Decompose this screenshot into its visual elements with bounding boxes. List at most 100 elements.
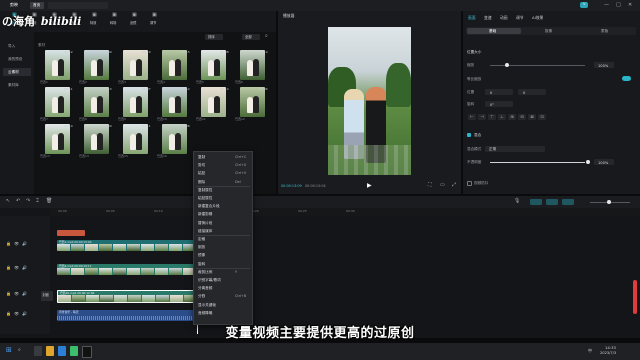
minimize-icon[interactable]: — xyxy=(604,3,609,8)
track-audio-icon-2[interactable]: 🔊 xyxy=(22,292,27,296)
media-thumb-1[interactable] xyxy=(84,50,109,80)
preview-toggle[interactable] xyxy=(562,199,574,205)
track-clip-0[interactable]: 巴西1.mp4 00:00:15:04 xyxy=(57,240,197,251)
track-lock-icon-0[interactable]: 🔒 xyxy=(6,242,11,246)
menu-item-1[interactable]: 剪切 xyxy=(198,163,205,168)
track-lock-icon-3[interactable]: 🔒 xyxy=(6,312,11,316)
track-audio-icon-0[interactable]: 🔊 xyxy=(22,242,27,246)
menu-item-2[interactable]: 粘贴 xyxy=(198,171,205,176)
close-icon[interactable]: ✕ xyxy=(628,3,632,8)
align-button-4[interactable]: ⊞ xyxy=(508,114,516,120)
toolbar-item-4[interactable]: 特效 xyxy=(90,21,96,25)
opacity-knob[interactable] xyxy=(586,160,590,164)
select-icon[interactable]: ↖ xyxy=(6,199,10,204)
menu-item-8[interactable]: 替换片段 xyxy=(198,221,212,226)
menu-item-15[interactable]: 识别字幕/歌词 xyxy=(198,278,221,283)
taskbar-app-3[interactable] xyxy=(58,346,66,356)
align-button-0[interactable]: ⊢ xyxy=(468,114,476,120)
media-thumb-11[interactable] xyxy=(240,87,265,117)
menu-item-0[interactable]: 复制 xyxy=(198,155,205,160)
toolbar-item-7[interactable]: 调节 xyxy=(150,21,156,25)
link-toggle[interactable] xyxy=(530,199,542,205)
prop-subtab-2[interactable]: 蒙版 xyxy=(601,29,608,34)
media-thumb-0[interactable] xyxy=(45,50,70,80)
track-clip-3[interactable]: 背景音乐 - 晴天 xyxy=(57,310,195,321)
taskbar-app-1[interactable] xyxy=(34,346,42,356)
scale-knob[interactable] xyxy=(505,63,509,67)
media-thumb-10[interactable] xyxy=(201,87,226,117)
split-icon[interactable]: ⌶ xyxy=(36,199,39,204)
delete-icon[interactable]: 🗑 xyxy=(46,199,52,204)
undo-icon[interactable]: ↶ xyxy=(16,199,20,204)
project-tab[interactable] xyxy=(48,2,108,9)
menu-item-16[interactable]: 分离音频 xyxy=(198,286,212,291)
mic-icon[interactable]: 🎙 xyxy=(514,199,520,204)
track-audio-icon-1[interactable]: 🔊 xyxy=(22,266,27,270)
stabilize-checkbox[interactable] xyxy=(467,181,472,186)
media-thumb-5[interactable] xyxy=(240,50,265,80)
menu-item-10[interactable]: 定格 xyxy=(198,237,205,242)
media-thumb-6[interactable] xyxy=(45,87,70,117)
scroll-indicator[interactable] xyxy=(633,280,637,314)
taskbar-app-5[interactable] xyxy=(82,346,92,358)
menu-item-3[interactable]: 删除 xyxy=(198,180,205,185)
prop-tab-4[interactable]: AI效果 xyxy=(532,16,543,20)
media-thumb-15[interactable] xyxy=(162,124,187,154)
prop-tab-2[interactable]: 动画 xyxy=(500,16,508,20)
menu-item-19[interactable]: 音频降噪 xyxy=(198,311,212,316)
media-thumb-13[interactable] xyxy=(84,124,109,154)
maximize-icon[interactable]: □ xyxy=(616,3,621,8)
align-button-6[interactable]: ⊠ xyxy=(528,114,536,120)
taskbar-lang[interactable]: 中 xyxy=(588,349,592,353)
taskbar-search-icon[interactable]: ⌕ xyxy=(18,348,21,353)
track-eye-icon-3[interactable]: 👁 xyxy=(14,312,19,316)
media-thumb-14[interactable] xyxy=(123,124,148,154)
track-clip-2[interactable]: 巴西10.mp4 00:00:12:06 xyxy=(57,290,199,303)
text-clip[interactable] xyxy=(57,230,85,236)
fullscreen-icon[interactable]: ⛶ xyxy=(428,183,432,188)
align-button-1[interactable]: ⊣ xyxy=(478,114,486,120)
ratio-icon[interactable]: ▭ xyxy=(440,183,445,188)
redo-icon[interactable]: ↷ xyxy=(26,199,30,204)
align-button-5[interactable]: ⊟ xyxy=(518,114,526,120)
start-icon[interactable]: ⊞ xyxy=(6,347,12,354)
align-button-7[interactable]: ⊡ xyxy=(538,114,546,120)
prop-subtab-1[interactable]: 抠像 xyxy=(545,29,552,34)
play-icon[interactable]: ▶ xyxy=(367,183,372,189)
prop-tab-0[interactable]: 画面 xyxy=(468,16,476,20)
blend-checkbox[interactable] xyxy=(467,133,471,137)
menu-item-9[interactable]: 链接媒体 xyxy=(198,229,212,234)
align-button-3[interactable]: ⊥ xyxy=(498,114,506,120)
prop-tab-3[interactable]: 调节 xyxy=(516,16,524,20)
taskbar-app-2[interactable] xyxy=(46,346,54,356)
vip-badge[interactable]: V xyxy=(580,2,589,8)
menu-item-13[interactable]: 旋转 xyxy=(198,262,205,267)
snap-toggle[interactable] xyxy=(546,199,558,205)
media-thumb-3[interactable] xyxy=(162,50,187,80)
track-eye-icon-2[interactable]: 👁 xyxy=(14,292,19,296)
prop-subtab-0[interactable]: 基础 xyxy=(489,29,496,34)
search-icon[interactable]: ⌕ xyxy=(265,34,268,39)
media-thumb-9[interactable] xyxy=(162,87,187,117)
opacity-slider[interactable] xyxy=(490,162,585,163)
align-button-2[interactable]: ⊤ xyxy=(488,114,496,120)
taskbar-app-4[interactable] xyxy=(70,346,78,356)
media-thumb-12[interactable] xyxy=(45,124,70,154)
track-lock-icon-1[interactable]: 🔒 xyxy=(6,266,11,270)
menu-item-17[interactable]: 分割 xyxy=(198,294,205,299)
align-toggle[interactable] xyxy=(622,76,631,81)
track-eye-icon-0[interactable]: 👁 xyxy=(14,242,19,246)
menu-item-7[interactable]: 新建剪辑 xyxy=(198,212,212,217)
zoom-knob[interactable] xyxy=(607,200,611,204)
prop-tab-1[interactable]: 变速 xyxy=(484,16,492,20)
track-lock-icon-2[interactable]: 🔒 xyxy=(6,292,11,296)
menu-item-12[interactable]: 镜像 xyxy=(198,253,205,258)
expand-icon[interactable]: ⤢ xyxy=(452,183,456,188)
track-eye-icon-1[interactable]: 👁 xyxy=(14,266,19,270)
media-thumb-7[interactable] xyxy=(84,87,109,117)
media-thumb-4[interactable] xyxy=(201,50,226,80)
toolbar-item-5[interactable]: 转场 xyxy=(110,21,116,25)
menu-item-6[interactable]: 新建复合片段 xyxy=(198,204,220,209)
media-thumb-8[interactable] xyxy=(123,87,148,117)
menu-item-5[interactable]: 粘贴属性 xyxy=(198,196,212,201)
